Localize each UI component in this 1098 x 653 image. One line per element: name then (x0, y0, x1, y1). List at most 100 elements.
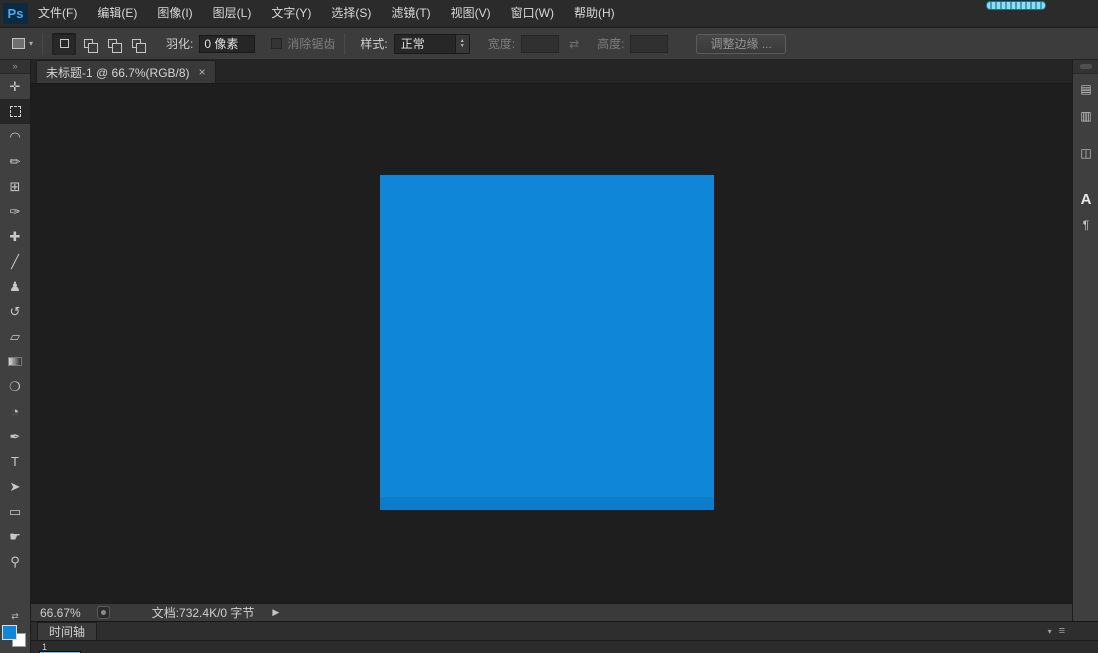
menu-view[interactable]: 视图(V) (441, 0, 501, 27)
tools-panel-collapse-button[interactable]: » (0, 60, 30, 74)
document-size-info: 文档:732.4K/0 字节 (152, 604, 255, 621)
menu-edit[interactable]: 编辑(E) (87, 0, 147, 27)
zoom-level-field[interactable]: 66.67% (40, 606, 81, 620)
collapsed-panel-button-3[interactable]: ◫ (1073, 141, 1098, 165)
type-tool-icon: T (11, 454, 19, 469)
dock-header[interactable] (1073, 60, 1098, 74)
menu-image[interactable]: 图像(I) (147, 0, 202, 27)
quick-selection-tool[interactable]: ✏ (0, 149, 30, 174)
spot-healing-brush-tool[interactable]: ✚ (0, 224, 30, 249)
dodge-tool-icon: ◔ (11, 404, 19, 419)
menu-select[interactable]: 选择(S) (321, 0, 381, 27)
swap-dimensions-icon[interactable]: ⇄ (569, 37, 579, 51)
subtract-selection-icon (108, 39, 117, 48)
refine-edge-button[interactable]: 调整边缘 ... (696, 34, 785, 54)
crop-tool[interactable]: ⊞ (0, 174, 30, 199)
eyedropper-tool[interactable]: ✑ (0, 199, 30, 224)
style-select[interactable]: 正常 ▲▼ (394, 34, 470, 54)
character-panel-button[interactable]: A (1073, 187, 1098, 211)
swap-colors-icon[interactable]: ⇄ (0, 611, 30, 623)
options-separator (344, 33, 345, 55)
clone-stamp-tool[interactable]: ♟ (0, 274, 30, 299)
menu-type[interactable]: 文字(Y) (261, 0, 321, 27)
document-tab-title: 未标题-1 @ 66.7%(RGB/8) (46, 64, 190, 81)
width-label: 宽度: (488, 35, 515, 52)
antialias-checkbox[interactable] (271, 38, 282, 49)
document-canvas[interactable] (380, 175, 714, 510)
clone-stamp-icon: ♟ (9, 279, 21, 295)
feather-input[interactable] (199, 35, 255, 53)
hand-tool-icon: ☛ (9, 529, 21, 545)
collapsed-panel-button-2[interactable]: ▥ (1073, 104, 1098, 128)
eraser-tool[interactable]: ▱ (0, 324, 30, 349)
app-bar-widget[interactable] (986, 1, 1046, 10)
eyedropper-icon: ✑ (10, 204, 21, 220)
chevron-down-icon[interactable]: ▾ (1048, 627, 1052, 636)
width-input[interactable] (521, 35, 559, 53)
pen-tool[interactable]: ✒ (0, 424, 30, 449)
tool-preset-picker[interactable]: ▾ (12, 38, 33, 49)
rectangular-marquee-icon (10, 106, 21, 117)
document-tab-bar: 未标题-1 @ 66.7%(RGB/8) × (31, 60, 1072, 84)
feather-label: 羽化: (166, 35, 193, 52)
rectangular-marquee-tool[interactable] (0, 99, 30, 124)
dock-grip-icon (1080, 64, 1092, 69)
history-brush-tool[interactable]: ↺ (0, 299, 30, 324)
menu-help[interactable]: 帮助(H) (564, 0, 625, 27)
menu-window[interactable]: 窗口(W) (501, 0, 564, 27)
eraser-tool-icon: ▱ (10, 329, 20, 345)
timeline-tab[interactable]: 时间轴 (37, 622, 97, 640)
timeline-header-controls: ▾ ≡ (1048, 625, 1066, 637)
collapsed-panel-button-1[interactable]: ▤ (1073, 77, 1098, 101)
rectangle-tool[interactable]: ▭ (0, 499, 30, 524)
menu-filter[interactable]: 滤镜(T) (381, 0, 440, 27)
panel-menu-icon[interactable]: ≡ (1059, 625, 1066, 637)
style-label: 样式: (360, 35, 387, 52)
new-selection-button[interactable] (52, 33, 76, 55)
tool-options-bar: ▾ 羽化: 消除锯齿 样式: 正常 ▲▼ 宽度: ⇄ 高度: 调整边缘 ... (0, 28, 1098, 60)
add-selection-button[interactable] (76, 33, 100, 55)
hand-tool[interactable]: ☛ (0, 524, 30, 549)
paragraph-panel-button[interactable]: ¶ (1073, 213, 1098, 237)
gradient-tool[interactable] (0, 349, 30, 374)
document-canvas-band (380, 497, 714, 510)
spinner-arrows-icon[interactable]: ▲▼ (455, 35, 469, 53)
marquee-preset-icon (12, 38, 25, 49)
pen-tool-icon: ✒ (10, 429, 21, 445)
move-tool[interactable]: ✛ (0, 74, 30, 99)
menu-layer[interactable]: 图层(L) (203, 0, 262, 27)
blur-tool[interactable]: ❍ (0, 374, 30, 399)
menu-file[interactable]: 文件(F) (28, 0, 87, 27)
close-icon[interactable]: × (199, 65, 206, 79)
menu-bar: Ps 文件(F) 编辑(E) 图像(I) 图层(L) 文字(Y) 选择(S) 滤… (0, 0, 1098, 28)
intersect-selection-button[interactable] (124, 33, 148, 55)
intersect-selection-icon (132, 39, 141, 48)
type-tool[interactable]: T (0, 449, 30, 474)
paragraph-panel-icon: ¶ (1083, 218, 1089, 232)
rectangle-tool-icon: ▭ (9, 504, 21, 520)
subtract-selection-button[interactable] (100, 33, 124, 55)
new-selection-icon (60, 39, 69, 48)
character-panel-icon: A (1081, 191, 1092, 208)
foreground-color-swatch[interactable] (2, 625, 17, 640)
lasso-tool[interactable]: ◠ (0, 124, 30, 149)
status-badge-icon (97, 606, 110, 619)
brush-tool[interactable]: ╱ (0, 249, 30, 274)
gradient-tool-icon (8, 357, 22, 366)
document-tab[interactable]: 未标题-1 @ 66.7%(RGB/8) × (36, 60, 216, 83)
zoom-tool-icon: ⚲ (10, 554, 20, 570)
timeline-frame-1[interactable]: 1 (40, 642, 86, 653)
dock-spacer (1073, 128, 1098, 138)
tools-panel: » ✛ ◠ ✏ ⊞ ✑ ✚ ╱ ♟ ↺ ▱ ❍ ◔ ✒ T ➤ ▭ ☛ ⚲ ⇄ (0, 60, 31, 653)
right-panel-dock: ▤ ▥ ◫ A ¶ (1072, 60, 1098, 621)
style-selected-value: 正常 (395, 35, 455, 52)
path-selection-tool[interactable]: ➤ (0, 474, 30, 499)
dodge-tool[interactable]: ◔ (0, 399, 30, 424)
height-input[interactable] (630, 35, 668, 53)
zoom-tool[interactable]: ⚲ (0, 549, 30, 574)
timeline-panel-content: 1 (31, 640, 1098, 653)
panel-grid-icon: ▤ (1080, 82, 1091, 96)
canvas-area[interactable] (31, 84, 1072, 603)
status-expand-arrow-icon[interactable]: ▶ (272, 607, 279, 618)
height-label: 高度: (597, 35, 624, 52)
